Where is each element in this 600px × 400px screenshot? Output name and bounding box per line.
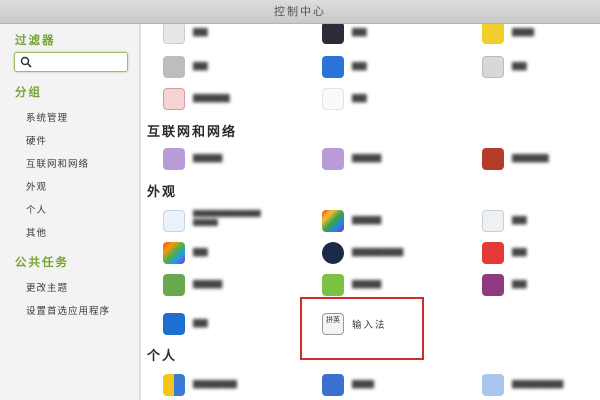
section-title-personal: 个人 — [147, 349, 178, 364]
group-heading: 分组 — [15, 85, 42, 99]
main-panel: ▆▆ ▆▆ ▆▆▆ ▆▆ ▆▆ ▆▆ ▆▆▆▆▆ ▆▆ 互联网和网络 ▆▆▆▆ … — [141, 24, 600, 400]
sidebar-item-other[interactable]: 其他 — [26, 225, 47, 239]
tile-sound[interactable]: ▆▆ — [163, 24, 313, 48]
section-title-network: 互联网和网络 — [147, 125, 238, 140]
windows-icon — [482, 274, 504, 296]
search-icon — [20, 56, 32, 68]
tile-mouse-settings[interactable]: ▆▆ — [322, 88, 472, 114]
color-icon — [163, 242, 185, 264]
sidebar-item-system[interactable]: 系统管理 — [26, 110, 68, 124]
sidebar-item-network[interactable]: 互联网和网络 — [26, 156, 89, 170]
tile-mouse[interactable]: ▆▆ — [163, 56, 313, 82]
task-preferred-apps[interactable]: 设置首选应用程序 — [26, 303, 110, 317]
sidebar-item-personal[interactable]: 个人 — [26, 202, 47, 216]
search-box[interactable] — [14, 52, 128, 72]
search-input[interactable] — [33, 55, 123, 69]
cursor-icon — [163, 210, 185, 232]
sidebar: 过滤器 分组 系统管理 硬件 互联网和网络 外观 个人 其他 公共任务 更改主题… — [0, 24, 140, 400]
sidebar-item-appearance[interactable]: 外观 — [26, 179, 47, 193]
tile-keyboard[interactable]: ▆▆ — [482, 56, 600, 82]
mint-icon — [322, 274, 344, 296]
tile-online-accounts[interactable]: ▆▆▆▆▆▆▆ — [482, 374, 600, 400]
tile-windows[interactable]: ▆▆ — [482, 274, 600, 300]
tile-accessibility[interactable]: ▆▆ — [163, 313, 313, 339]
tile-notifications[interactable]: ▆▆ — [482, 242, 600, 268]
moon-icon — [322, 242, 344, 264]
tile-desktop[interactable]: ▆▆▆▆ — [163, 274, 313, 300]
tile-screensaver[interactable]: ▆▆▆▆▆▆▆ — [322, 242, 472, 268]
tile-network-proxy[interactable]: ▆▆▆▆ — [322, 148, 472, 174]
tile-about-me[interactable]: ▆▆▆▆▆▆ — [163, 374, 313, 400]
tile-compiz[interactable]: ▆▆▆▆▆▆▆▆▆▆▆ ▆▆▆▆ — [163, 208, 313, 236]
highlight-box — [300, 297, 424, 360]
printer-icon — [163, 88, 185, 110]
task-change-theme[interactable]: 更改主题 — [26, 280, 68, 294]
tile-accounts[interactable]: ▆▆▆ — [322, 374, 472, 400]
mouse-icon — [322, 88, 344, 110]
palette-icon — [322, 210, 344, 232]
accounts-icon — [322, 374, 344, 396]
keyboard-icon — [482, 56, 504, 78]
power-icon — [482, 24, 504, 44]
bell-icon — [482, 242, 504, 264]
tile-bluetooth[interactable]: ▆▆ — [322, 56, 472, 82]
firewall-icon — [482, 148, 504, 170]
display-arrows-icon — [322, 24, 344, 44]
window-titlebar: 控制中心 — [0, 0, 600, 24]
window-title: 控制中心 — [274, 5, 326, 18]
bluetooth-icon — [322, 56, 344, 78]
fonts-icon — [482, 210, 504, 232]
tasks-heading: 公共任务 — [15, 255, 69, 269]
tile-display[interactable]: ▆▆ — [322, 24, 472, 48]
user-card-icon — [163, 374, 185, 396]
tile-printer[interactable]: ▆▆▆▆▆ — [163, 88, 313, 114]
tile-network-connections[interactable]: ▆▆▆▆ — [163, 148, 313, 174]
proxy-icon — [322, 148, 344, 170]
tile-colors[interactable]: ▆▆ — [163, 242, 313, 268]
section-title-appearance: 外观 — [147, 185, 178, 200]
network-icon — [163, 148, 185, 170]
filter-heading: 过滤器 — [15, 33, 56, 47]
tile-firewall[interactable]: ▆▆▆▆▆ — [482, 148, 600, 174]
tile-fonts[interactable]: ▆▆ — [482, 210, 600, 236]
tile-power[interactable]: ▆▆▆ — [482, 24, 600, 48]
cloud-icon — [482, 374, 504, 396]
accessibility-icon — [163, 313, 185, 335]
fingerprint-icon — [163, 56, 185, 78]
speaker-icon — [163, 24, 185, 44]
folder-icon — [163, 274, 185, 296]
sidebar-item-hardware[interactable]: 硬件 — [26, 133, 47, 147]
tile-themes[interactable]: ▆▆▆▆ — [322, 210, 472, 236]
